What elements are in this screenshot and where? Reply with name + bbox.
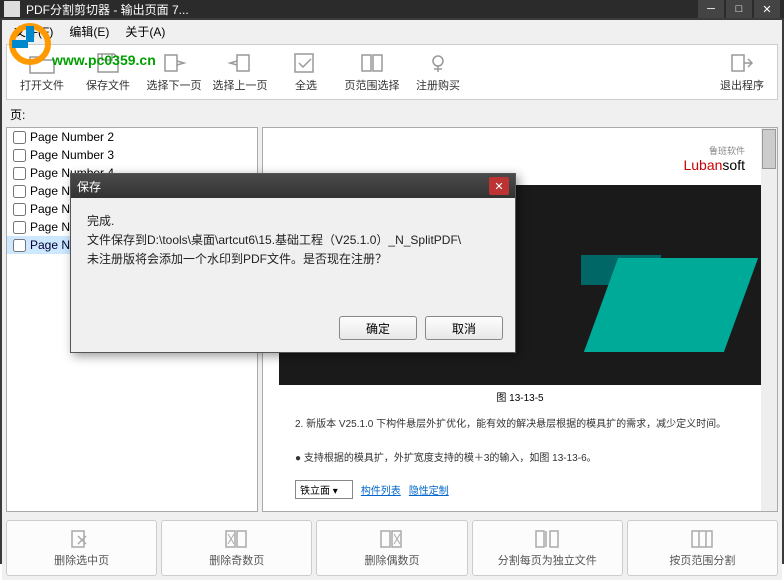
save-dialog: 保存 ✕ 完成. 文件保存到D:\tools\桌面\artcut6\15.基础工… (70, 173, 516, 353)
app-icon (4, 1, 20, 17)
dialog-body: 完成. 文件保存到D:\tools\桌面\artcut6\15.基础工程（V25… (71, 198, 515, 308)
dialog-line3: 未注册版将会添加一个水印到PDF文件。是否现在注册？ (87, 250, 499, 269)
app-window: PDF分割剪切器 - 输出页面 7... ─ □ ✕ www.pc0359.cn… (0, 0, 784, 564)
dialog-footer: 确定 取消 (71, 308, 515, 352)
dialog-line2: 文件保存到D:\tools\桌面\artcut6\15.基础工程（V25.1.0… (87, 231, 499, 250)
dialog-title: 保存 (77, 178, 489, 195)
close-button[interactable]: ✕ (754, 0, 780, 18)
modal-overlay: 保存 ✕ 完成. 文件保存到D:\tools\桌面\artcut6\15.基础工… (2, 20, 782, 580)
titlebar: PDF分割剪切器 - 输出页面 7... ─ □ ✕ (0, 0, 784, 18)
dialog-ok-button[interactable]: 确定 (339, 316, 417, 340)
dialog-close-button[interactable]: ✕ (489, 177, 509, 195)
content-area: www.pc0359.cn 文件(F) 编辑(E) 关于(A) 打开文件 保存文… (2, 20, 782, 580)
minimize-button[interactable]: ─ (698, 0, 724, 18)
dialog-titlebar: 保存 ✕ (71, 174, 515, 198)
maximize-button[interactable]: □ (726, 0, 752, 18)
dialog-cancel-button[interactable]: 取消 (425, 316, 503, 340)
dialog-line1: 完成. (87, 212, 499, 231)
titlebar-text: PDF分割剪切器 - 输出页面 7... (26, 1, 698, 18)
window-controls: ─ □ ✕ (698, 0, 780, 18)
